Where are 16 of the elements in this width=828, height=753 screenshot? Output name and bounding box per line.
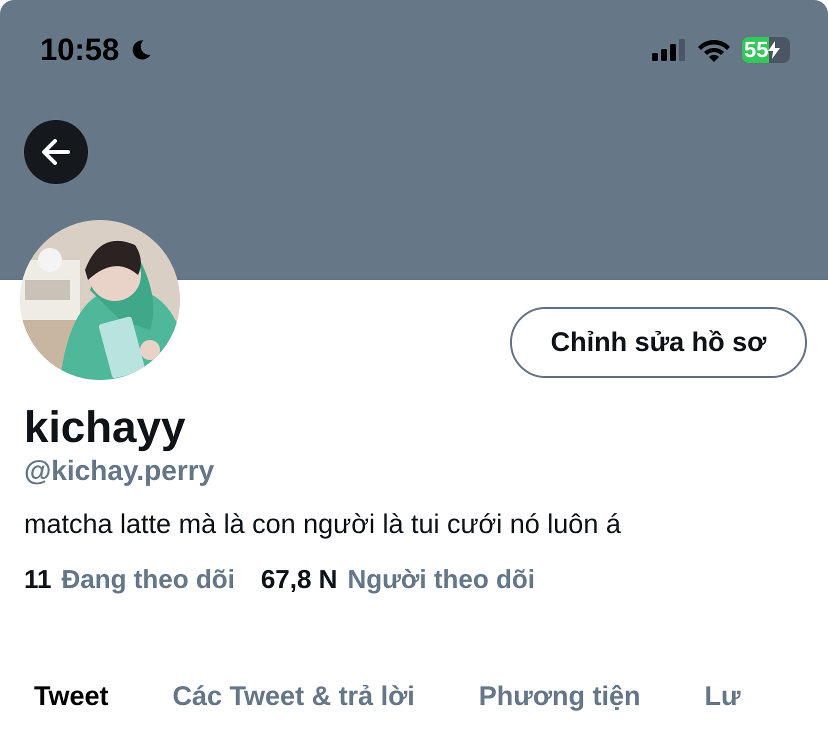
status-time: 10:58 [40, 32, 120, 68]
bio-text: matcha latte mà là con người là tui cưới nó luôn á [24, 508, 622, 541]
profile-tab[interactable]: Phương tiện [478, 681, 641, 712]
stat-link[interactable]: Người theo dõi [347, 564, 535, 595]
profile-tab[interactable]: Tweet [34, 681, 109, 712]
stat-link[interactable]: Đang theo dõi [62, 564, 235, 595]
edit-profile-button[interactable]: Chỉnh sửa hồ sơ [510, 307, 807, 378]
stat-count: 67,8 N [260, 564, 338, 595]
wifi-icon [698, 38, 730, 62]
profile-tab[interactable]: Lư [704, 681, 741, 712]
display-name: kichayy [24, 402, 186, 454]
username: @kichay.perry [24, 454, 216, 488]
profile-tab[interactable]: Các Tweet & trả lời [172, 681, 415, 712]
stat-count: 11 [24, 564, 52, 595]
signal-icon [652, 39, 688, 61]
battery-icon: 55 [742, 37, 790, 63]
